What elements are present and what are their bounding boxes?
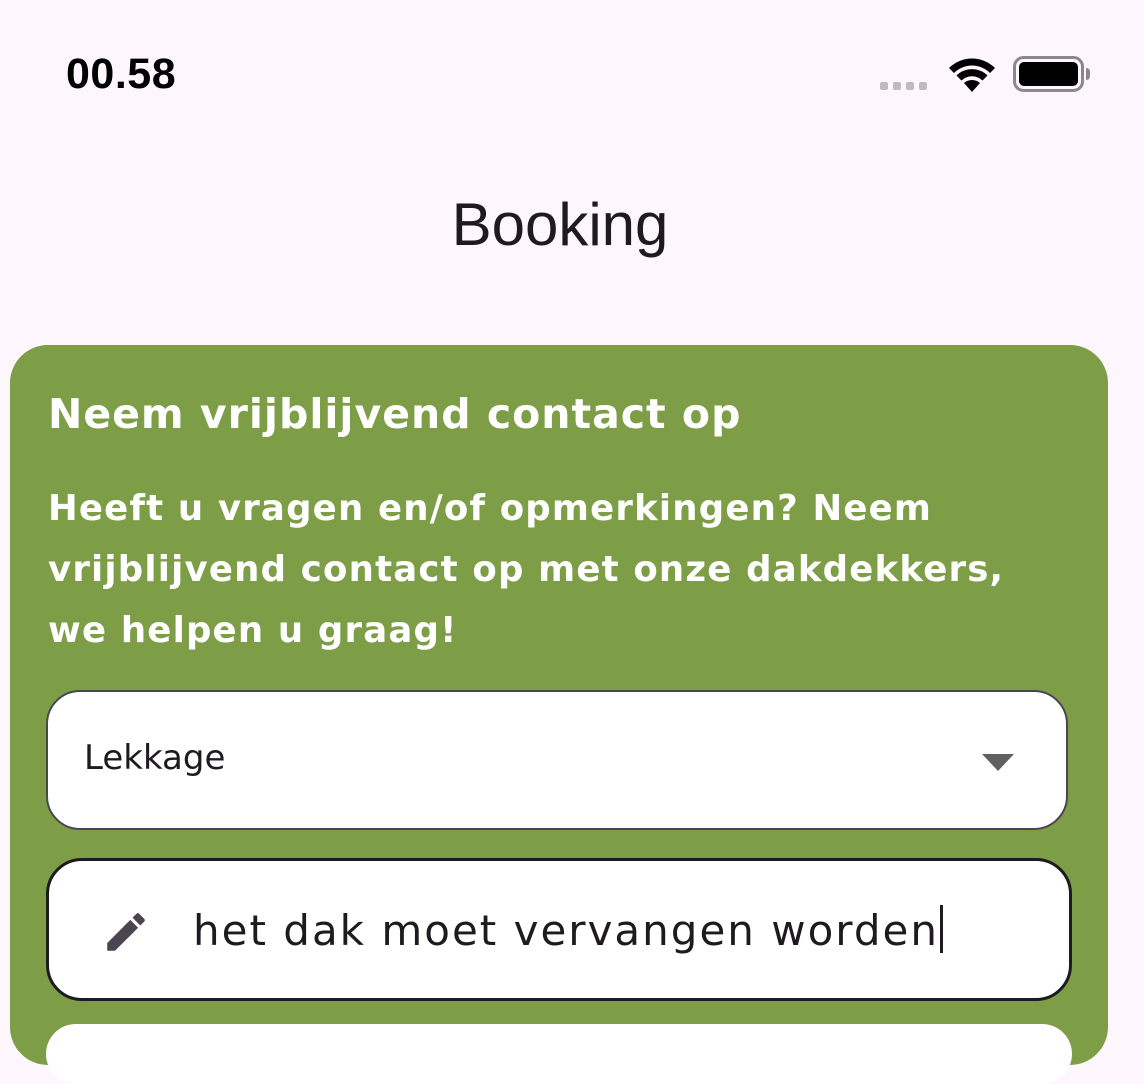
text-cursor xyxy=(939,905,943,953)
contact-card-title: Neem vrijblijvend contact op xyxy=(48,390,742,438)
chevron-down-icon xyxy=(982,754,1014,771)
message-input-value: het dak moet vervangen worden xyxy=(193,905,943,955)
pencil-icon xyxy=(107,913,145,951)
category-dropdown[interactable]: Lekkage xyxy=(46,690,1068,830)
message-input[interactable]: het dak moet vervangen worden xyxy=(46,858,1072,1001)
contact-card-description: Heeft u vragen en/of opmerkingen? Neem v… xyxy=(48,488,1005,651)
category-selected-value: Lekkage xyxy=(84,738,226,778)
status-time: 00.58 xyxy=(66,50,177,98)
status-bar: 00.58 xyxy=(0,0,1144,150)
cellular-signal-icon xyxy=(880,82,927,90)
page-title: Booking xyxy=(451,191,669,258)
battery-icon xyxy=(1013,56,1090,92)
next-form-field[interactable] xyxy=(46,1024,1072,1084)
wifi-icon xyxy=(949,58,995,92)
